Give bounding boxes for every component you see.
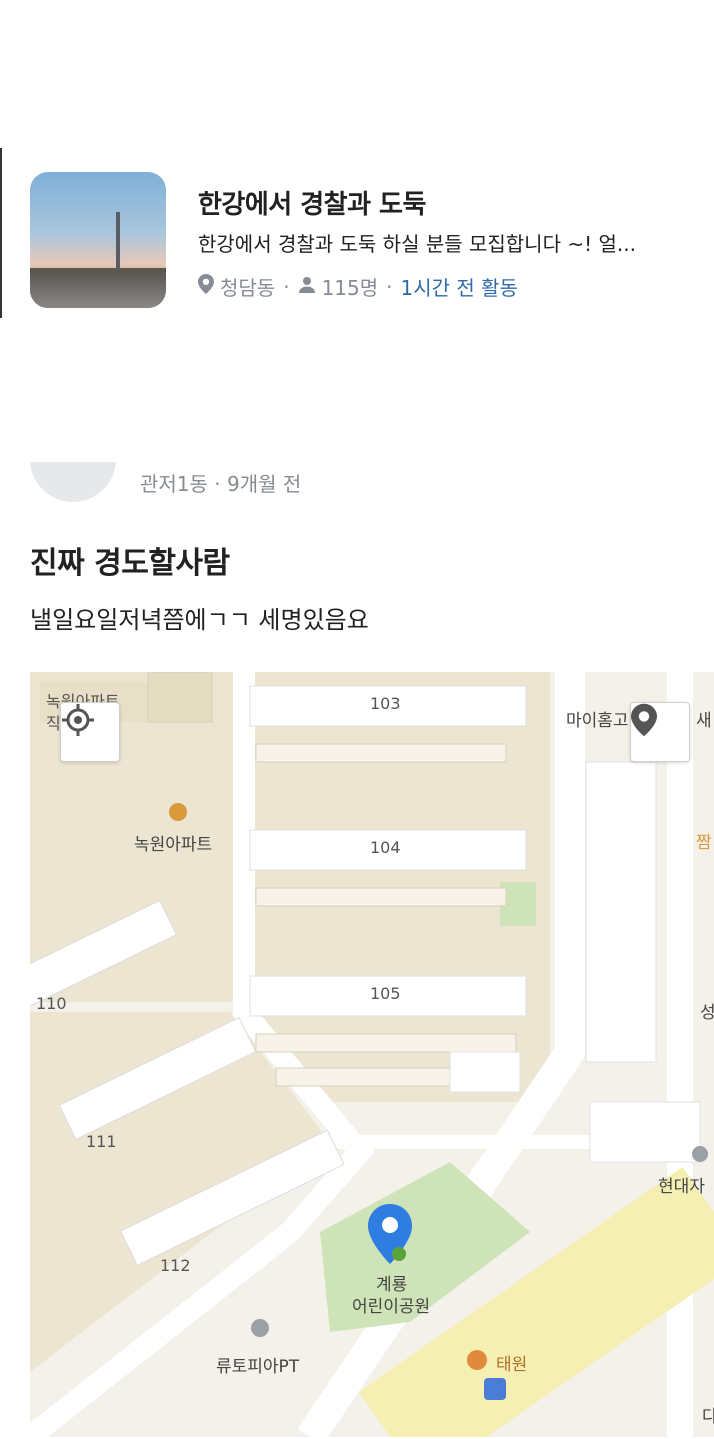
- map-label-104: 104: [370, 838, 401, 857]
- map-label-myhome: 마이홈고: [566, 711, 629, 731]
- group-location: 청담동: [220, 276, 276, 300]
- person-icon: [298, 275, 316, 299]
- group-activity: 1시간 전 활동: [400, 276, 518, 300]
- map-label-seong: 성: [700, 1003, 714, 1023]
- map-label-110: 110: [36, 994, 67, 1013]
- location-pin-icon: [198, 274, 214, 299]
- group-thumbnail: [30, 172, 166, 308]
- group-description: 한강에서 경찰과 도둑 하실 분들 모집합니다 ~! 얼...: [198, 232, 636, 256]
- avatar[interactable]: [30, 462, 116, 502]
- map-view[interactable]: 녹원아파트 직 관 녹원아파트 103 104 105 110 111 112 …: [30, 672, 714, 1437]
- map-canvas: [30, 672, 714, 1437]
- map-label-103: 103: [370, 694, 401, 713]
- post-title: 진짜 경도할사람: [30, 546, 230, 581]
- group-member-count: 115명: [321, 276, 379, 300]
- map-label-park-2: 어린이공원: [352, 1297, 431, 1317]
- map-label-apt: 녹원아파트: [134, 835, 213, 855]
- map-label-105: 105: [370, 984, 401, 1003]
- map-label-hyundai: 현대자: [658, 1177, 705, 1197]
- map-label-112: 112: [160, 1256, 191, 1275]
- post-header: 관저1동 · 9개월 전: [30, 462, 690, 502]
- current-location-button[interactable]: [60, 702, 120, 762]
- map-label-taewon: 태원: [496, 1355, 528, 1375]
- group-meta: 청담동 · 115명 · 1시간 전 활동: [198, 272, 518, 301]
- post-meta: 관저1동 · 9개월 전: [140, 472, 302, 496]
- map-label-sae: 새: [696, 711, 712, 731]
- map-label-utopia: 류토피아PT: [216, 1357, 300, 1377]
- map-label-111: 111: [86, 1132, 117, 1151]
- group-title: 한강에서 경찰과 도둑: [198, 190, 426, 220]
- group-card[interactable]: 한강에서 경찰과 도둑 한강에서 경찰과 도둑 하실 분들 모집합니다 ~! 얼…: [30, 172, 690, 308]
- map-location-button[interactable]: [630, 702, 690, 762]
- post-body: 낼일요일저녁쯤에ㄱㄱ 세명있음요: [30, 606, 369, 634]
- left-edge-rule: [0, 148, 2, 318]
- map-label-d: 다: [702, 1407, 714, 1427]
- map-label-jjam: 짬: [696, 833, 712, 853]
